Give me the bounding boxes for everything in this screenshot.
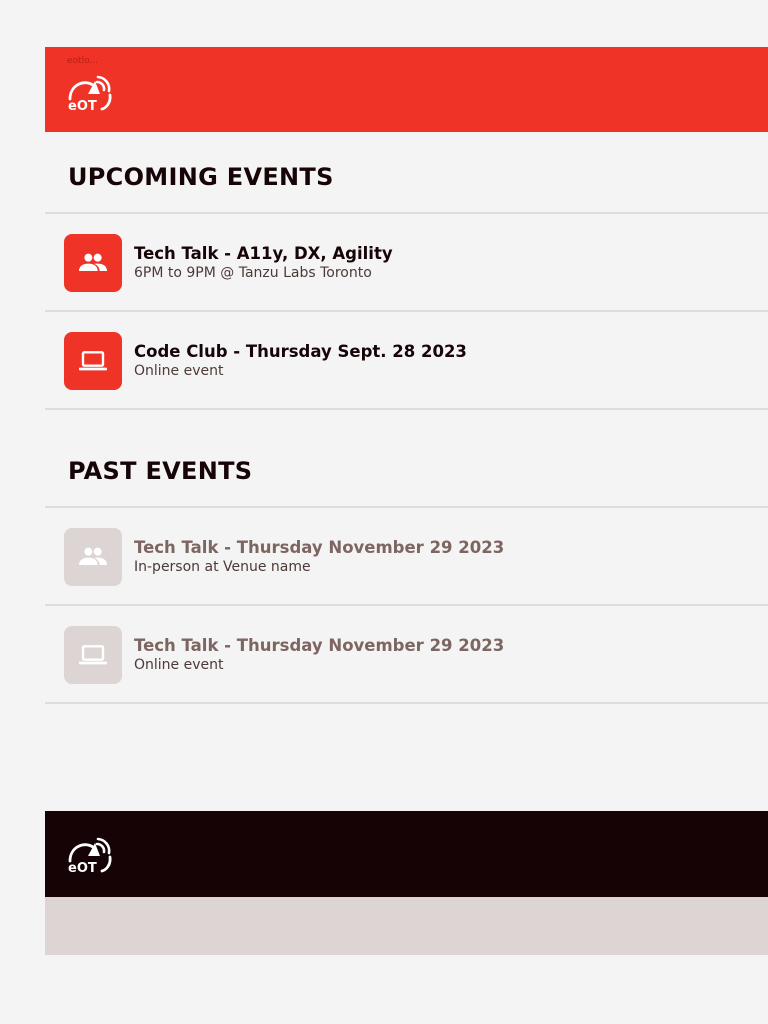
event-details: Online event bbox=[134, 363, 224, 379]
event-type-tile bbox=[64, 234, 122, 292]
divider bbox=[45, 408, 768, 410]
subfooter-band bbox=[45, 897, 768, 955]
upcoming-events-heading: UPCOMING EVENTS bbox=[68, 163, 334, 191]
eot-logo: eOT bbox=[68, 75, 112, 113]
event-title: Code Club - Thursday Sept. 28 2023 bbox=[134, 342, 467, 361]
laptop-icon bbox=[79, 351, 107, 371]
event-type-tile bbox=[64, 626, 122, 684]
event-item[interactable]: Tech Talk - Thursday November 29 2023 In… bbox=[45, 508, 768, 604]
site-footer: eOT bbox=[45, 811, 768, 897]
event-item[interactable]: Code Club - Thursday Sept. 28 2023 Onlin… bbox=[45, 312, 768, 408]
event-details: Online event bbox=[134, 657, 224, 673]
logo-alt-text: eotlo... bbox=[67, 56, 99, 66]
people-icon bbox=[79, 253, 107, 271]
event-type-tile bbox=[64, 528, 122, 586]
event-title: Tech Talk - Thursday November 29 2023 bbox=[134, 636, 505, 655]
event-item[interactable]: Tech Talk - A11y, DX, Agility 6PM to 9PM… bbox=[45, 214, 768, 310]
laptop-icon bbox=[79, 645, 107, 665]
event-details: In-person at Venue name bbox=[134, 559, 311, 575]
page: eotlo... eOT UPCOMING EVENTS Tech Talk -… bbox=[45, 0, 768, 1024]
past-events-heading: PAST EVENTS bbox=[68, 457, 253, 485]
divider bbox=[45, 702, 768, 704]
event-item[interactable]: Tech Talk - Thursday November 29 2023 On… bbox=[45, 606, 768, 702]
event-type-tile bbox=[64, 332, 122, 390]
site-header: eotlo... eOT bbox=[45, 47, 768, 132]
people-icon bbox=[79, 547, 107, 565]
event-details: 6PM to 9PM @ Tanzu Labs Toronto bbox=[134, 265, 372, 281]
eot-logo: eOT bbox=[68, 837, 112, 875]
svg-text:eOT: eOT bbox=[68, 99, 97, 113]
svg-text:eOT: eOT bbox=[68, 861, 97, 875]
event-title: Tech Talk - A11y, DX, Agility bbox=[134, 244, 393, 263]
event-title: Tech Talk - Thursday November 29 2023 bbox=[134, 538, 505, 557]
